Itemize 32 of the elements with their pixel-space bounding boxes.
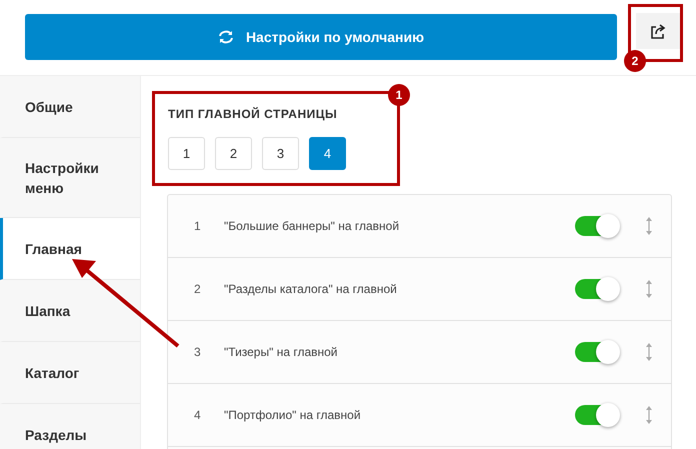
toggle-switch[interactable] bbox=[575, 216, 619, 236]
toggle-switch[interactable] bbox=[575, 279, 619, 299]
toggle-switch[interactable] bbox=[575, 405, 619, 425]
drag-handle-icon[interactable] bbox=[645, 342, 653, 362]
row-number: 4 bbox=[194, 408, 202, 422]
sidebar-item[interactable]: Разделы bbox=[0, 404, 140, 449]
sidebar-item[interactable]: Каталог bbox=[0, 342, 140, 404]
section-title: ТИП ГЛАВНОЙ СТРАНИЦЫ bbox=[168, 107, 338, 121]
sidebar-item[interactable]: Главная bbox=[0, 218, 140, 280]
annotation-badge: 1 bbox=[388, 84, 410, 106]
drag-handle-icon[interactable] bbox=[645, 405, 653, 425]
page-type-option[interactable]: 1 bbox=[168, 137, 205, 170]
sidebar-item[interactable]: Общие bbox=[0, 76, 140, 138]
toggle-switch[interactable] bbox=[575, 342, 619, 362]
reset-defaults-button[interactable]: Настройки по умолчанию bbox=[25, 14, 617, 60]
page-type-option[interactable]: 4 bbox=[309, 137, 346, 170]
page-type-option[interactable]: 2 bbox=[215, 137, 252, 170]
annotation-badge: 2 bbox=[624, 50, 646, 72]
sidebar-item[interactable]: Шапка bbox=[0, 280, 140, 342]
drag-handle-icon[interactable] bbox=[645, 279, 653, 299]
export-button[interactable] bbox=[636, 13, 680, 49]
share-icon bbox=[650, 24, 666, 38]
drag-handle-icon[interactable] bbox=[645, 216, 653, 236]
block-label: "Портфолио" на главной bbox=[224, 408, 362, 422]
row-number: 3 bbox=[194, 345, 202, 359]
block-label: "Тизеры" на главной bbox=[224, 345, 339, 359]
block-label: "Разделы каталога" на главной bbox=[224, 282, 398, 296]
page-type-option[interactable]: 3 bbox=[262, 137, 299, 170]
row-number: 2 bbox=[194, 282, 202, 296]
refresh-icon bbox=[218, 30, 234, 44]
block-label: "Большие баннеры" на главной bbox=[224, 219, 400, 233]
row-number: 1 bbox=[194, 219, 202, 233]
